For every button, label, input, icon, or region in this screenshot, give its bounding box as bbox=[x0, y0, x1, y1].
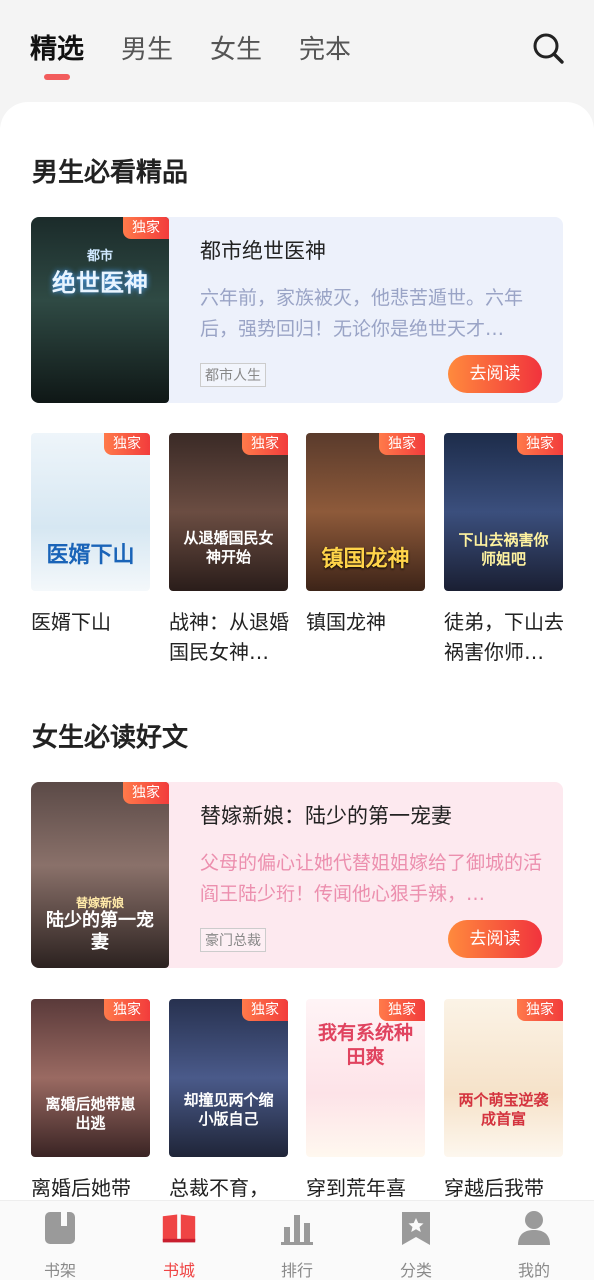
cover-title: 镇国龙神 bbox=[321, 547, 410, 572]
genre-tag: 都市人生 bbox=[200, 363, 266, 387]
cover-title: 却撞见两个缩小版自己 bbox=[183, 1091, 274, 1128]
cover-title: 离婚后她带崽出逃 bbox=[45, 1095, 136, 1132]
cover-subtitle: 都市 bbox=[86, 249, 113, 264]
cover-art bbox=[444, 999, 563, 1157]
exclusive-badge: 独家 bbox=[379, 999, 425, 1021]
tab-male[interactable]: 男生 bbox=[121, 32, 173, 68]
nav-bookshelf[interactable]: 书架 bbox=[20, 1209, 100, 1280]
cover-title: 医婿下山 bbox=[46, 543, 135, 568]
cover-art bbox=[169, 433, 288, 591]
nav-label: 排行 bbox=[280, 1261, 313, 1280]
nav-label: 书城 bbox=[162, 1261, 195, 1280]
book-cover[interactable]: 替嫁新娘 陆少的第一宠妻 独家 bbox=[31, 782, 169, 968]
book-name: 穿到荒年喜 bbox=[306, 1176, 406, 1200]
cover-title: 我有系统种田爽 bbox=[317, 1022, 413, 1068]
book-cover[interactable]: 都市 绝世医神 独家 bbox=[31, 217, 169, 403]
exclusive-badge: 独家 bbox=[379, 433, 425, 455]
exclusive-badge: 独家 bbox=[242, 433, 288, 455]
book-item[interactable]: 镇国龙神 独家 镇国龙神 bbox=[306, 433, 426, 667]
search-icon bbox=[533, 33, 564, 64]
read-button[interactable]: 去阅读 bbox=[448, 920, 542, 958]
cover-art bbox=[169, 999, 288, 1157]
bookshelf-icon bbox=[45, 1212, 75, 1244]
cover-subtitle: 替嫁新娘 bbox=[75, 896, 124, 910]
exclusive-badge: 独家 bbox=[104, 999, 150, 1021]
featured-book-title[interactable]: 替嫁新娘：陆少的第一宠妻 bbox=[200, 800, 452, 830]
book-item[interactable]: 我有系统种田爽 独家 穿到荒年喜 bbox=[306, 999, 426, 1202]
book-item[interactable]: 医婿下山 独家 医婿下山 bbox=[31, 433, 151, 667]
genre-tag: 豪门总裁 bbox=[200, 928, 266, 952]
tab-female[interactable]: 女生 bbox=[210, 32, 262, 68]
book-item[interactable]: 却撞见两个缩小版自己 独家 总裁不育， bbox=[169, 999, 289, 1202]
featured-book-desc: 六年前，家族被灭，他悲苦遁世。六年后，强势回归！无论你是绝世天才… bbox=[200, 287, 524, 340]
book-cover[interactable]: 离婚后她带崽出逃 独家 bbox=[31, 999, 150, 1157]
book-name: 医婿下山 bbox=[31, 610, 111, 634]
book-name: 徒弟，下山去祸害你师… bbox=[444, 610, 564, 664]
cover-title: 下山去祸害你师姐吧 bbox=[458, 531, 549, 568]
bookstore-icon bbox=[162, 1214, 196, 1243]
book-name: 穿越后我带 bbox=[444, 1176, 544, 1200]
book-cover[interactable]: 下山去祸害你师姐吧 独家 bbox=[444, 433, 563, 591]
book-cover[interactable]: 医婿下山 独家 bbox=[31, 433, 150, 591]
book-cover[interactable]: 却撞见两个缩小版自己 独家 bbox=[169, 999, 288, 1157]
cover-art bbox=[31, 999, 150, 1157]
exclusive-badge: 独家 bbox=[517, 999, 563, 1021]
profile-icon bbox=[518, 1211, 550, 1245]
nav-profile[interactable]: 我的 bbox=[494, 1209, 574, 1280]
exclusive-badge: 独家 bbox=[517, 433, 563, 455]
main-content: 男生必看精品 都市 绝世医神 独家 都市绝世医神 六年前，家族被灭，他悲苦遁世。… bbox=[0, 102, 594, 1202]
cover-title: 从退婚国民女神开始 bbox=[183, 529, 274, 566]
book-cover[interactable]: 两个萌宝逆袭成首富 独家 bbox=[444, 999, 563, 1157]
book-name: 总裁不育， bbox=[169, 1176, 269, 1200]
book-item[interactable]: 下山去祸害你师姐吧 独家 徒弟，下山去祸害你师… bbox=[444, 433, 564, 667]
featured-book-title[interactable]: 都市绝世医神 bbox=[200, 235, 326, 265]
section-title-female: 女生必读好文 bbox=[32, 723, 189, 753]
nav-label: 书架 bbox=[43, 1261, 76, 1280]
nav-ranking[interactable]: 排行 bbox=[257, 1209, 337, 1280]
book-cover[interactable]: 我有系统种田爽 独家 bbox=[306, 999, 425, 1157]
book-item[interactable]: 两个萌宝逆袭成首富 独家 穿越后我带 bbox=[444, 999, 564, 1202]
nav-label: 我的 bbox=[517, 1261, 550, 1280]
exclusive-badge: 独家 bbox=[123, 217, 169, 239]
book-name: 战神：从退婚国民女神… bbox=[169, 610, 289, 664]
nav-bookstore[interactable]: 书城 bbox=[139, 1209, 219, 1280]
nav-category[interactable]: 分类 bbox=[376, 1209, 456, 1280]
top-tab-bar: 精选 男生 女生 完本 bbox=[0, 0, 594, 104]
book-item[interactable]: 离婚后她带崽出逃 独家 离婚后她带 bbox=[31, 999, 151, 1202]
bottom-nav: 书架 书城 排行 分类 我的 bbox=[0, 1200, 594, 1280]
featured-book-desc: 父母的偏心让她代替姐姐嫁给了御城的活阎王陆少珩！传闻他心狠手辣，… bbox=[200, 852, 543, 905]
exclusive-badge: 独家 bbox=[123, 782, 169, 804]
exclusive-badge: 独家 bbox=[104, 433, 150, 455]
exclusive-badge: 独家 bbox=[242, 999, 288, 1021]
book-item[interactable]: 从退婚国民女神开始 独家 战神：从退婚国民女神… bbox=[169, 433, 289, 667]
featured-book-card[interactable]: 替嫁新娘 陆少的第一宠妻 独家 替嫁新娘：陆少的第一宠妻 父母的偏心让她代替姐姐… bbox=[31, 782, 563, 968]
cover-title: 陆少的第一宠妻 bbox=[46, 910, 154, 953]
book-cover[interactable]: 从退婚国民女神开始 独家 bbox=[169, 433, 288, 591]
book-name: 镇国龙神 bbox=[306, 610, 386, 634]
book-name: 离婚后她带 bbox=[31, 1176, 131, 1200]
cover-title: 两个萌宝逆袭成首富 bbox=[458, 1091, 549, 1128]
cover-title: 绝世医神 bbox=[52, 269, 148, 297]
search-button[interactable] bbox=[530, 30, 566, 66]
nav-label: 分类 bbox=[399, 1261, 432, 1280]
ranking-icon bbox=[281, 1215, 313, 1245]
tab-completed[interactable]: 完本 bbox=[299, 32, 351, 68]
tab-featured[interactable]: 精选 bbox=[30, 32, 84, 68]
featured-book-card[interactable]: 都市 绝世医神 独家 都市绝世医神 六年前，家族被灭，他悲苦遁世。六年后，强势回… bbox=[31, 217, 563, 403]
read-button[interactable]: 去阅读 bbox=[448, 355, 542, 393]
section-title-male: 男生必看精品 bbox=[32, 158, 189, 188]
tab-active-indicator bbox=[44, 74, 70, 80]
category-icon bbox=[402, 1212, 430, 1245]
book-cover[interactable]: 镇国龙神 独家 bbox=[306, 433, 425, 591]
